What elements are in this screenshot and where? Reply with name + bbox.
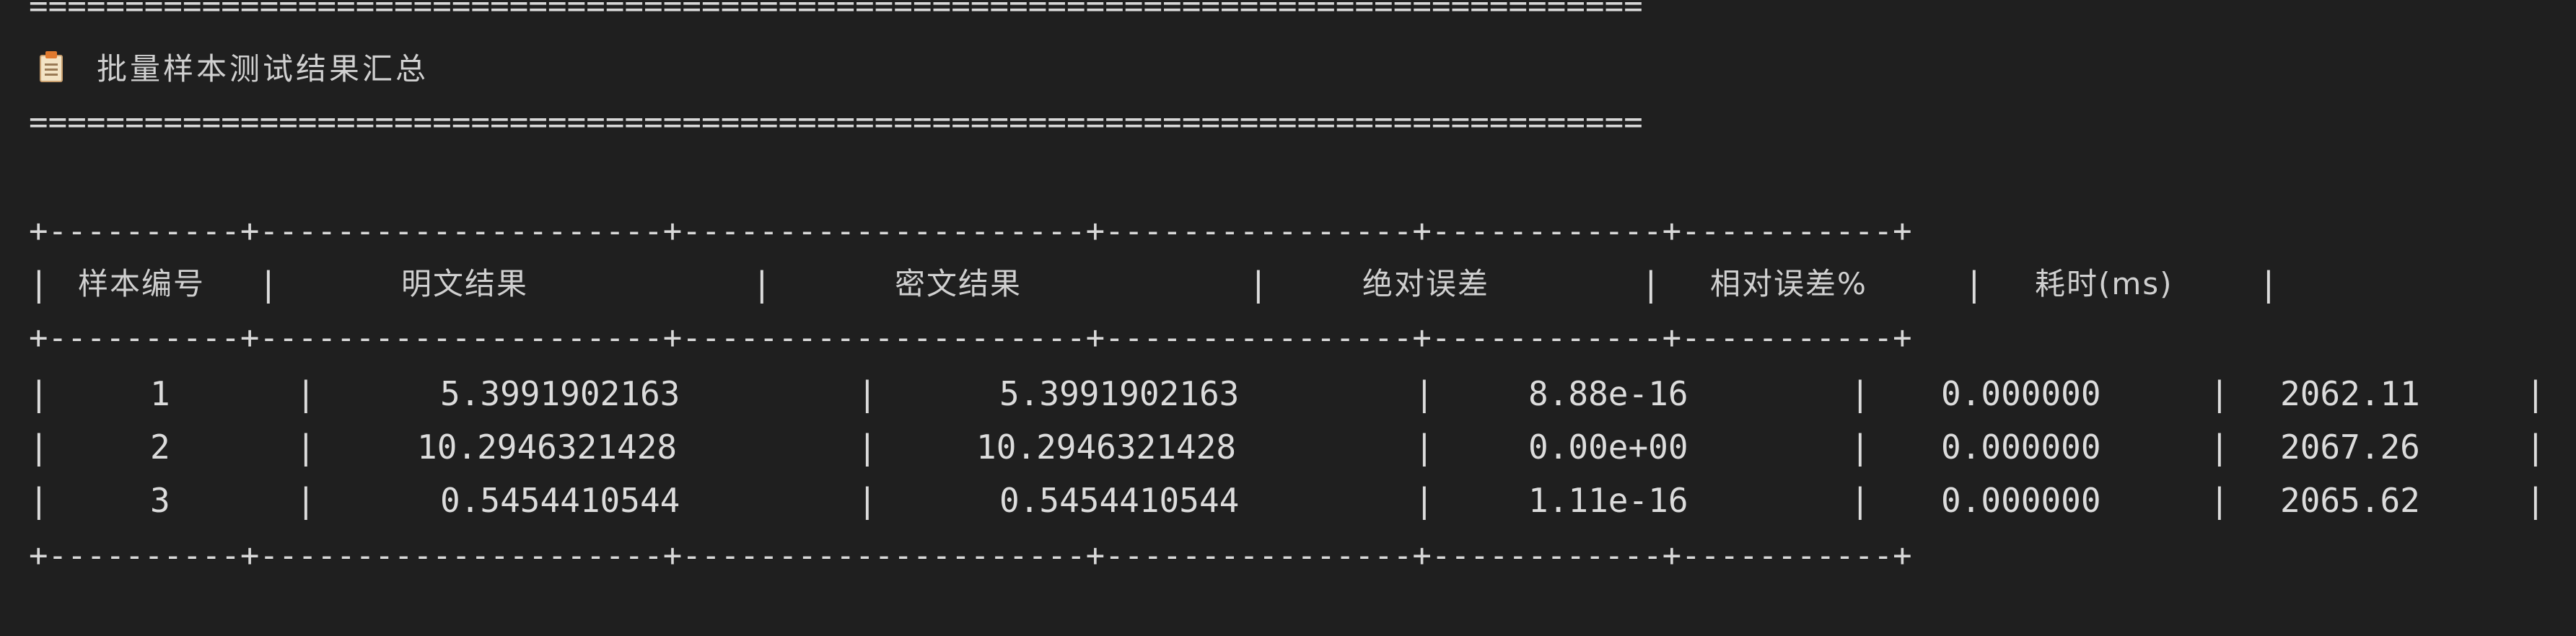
column-divider: | bbox=[1414, 374, 1434, 413]
column-divider: | bbox=[1641, 265, 1661, 304]
column-divider: | bbox=[296, 481, 316, 520]
cell-time-ms: 2062.11 bbox=[2280, 374, 2420, 413]
header-time-ms: 耗时(ms) bbox=[2035, 266, 2173, 301]
column-divider: | bbox=[296, 428, 316, 467]
cell-sample-id: 3 bbox=[150, 481, 170, 520]
column-divider: | bbox=[29, 481, 49, 520]
title-row: 批量样本测试结果汇总 bbox=[38, 45, 429, 88]
table-border-header: +----------+---------------------+------… bbox=[29, 319, 1912, 356]
cell-ciphertext-result: 0.5454410544 bbox=[999, 481, 1240, 520]
cell-time-ms: 2067.26 bbox=[2280, 428, 2420, 467]
column-divider: | bbox=[1414, 481, 1434, 520]
cell-plaintext-result: 10.2946321428 bbox=[417, 428, 678, 467]
table-border-top: +----------+---------------------+------… bbox=[29, 213, 1912, 249]
column-divider: | bbox=[258, 265, 279, 304]
header-plaintext-result: 明文结果 bbox=[401, 266, 529, 301]
header-absolute-error: 绝对误差 bbox=[1362, 266, 1490, 301]
column-divider: | bbox=[2209, 428, 2230, 467]
column-divider: | bbox=[1850, 374, 1870, 413]
cell-plaintext-result: 0.5454410544 bbox=[440, 481, 680, 520]
cell-absolute-error: 1.11e-16 bbox=[1528, 481, 1688, 520]
cell-relative-error: 0.000000 bbox=[1941, 374, 2101, 413]
table-border-bottom: +----------+---------------------+------… bbox=[29, 537, 1912, 574]
header-sample-id: 样本编号 bbox=[78, 266, 206, 301]
column-divider: | bbox=[2209, 481, 2230, 520]
cell-ciphertext-result: 5.3991902163 bbox=[999, 374, 1240, 413]
cell-absolute-error: 0.00e+00 bbox=[1528, 428, 1688, 467]
column-divider: | bbox=[2209, 374, 2230, 413]
column-divider: | bbox=[2525, 428, 2546, 467]
cell-relative-error: 0.000000 bbox=[1941, 481, 2101, 520]
separator-top: ========================================… bbox=[29, 0, 1643, 25]
cell-relative-error: 0.000000 bbox=[1941, 428, 2101, 467]
column-divider: | bbox=[2525, 481, 2546, 520]
column-divider: | bbox=[752, 265, 772, 304]
column-divider: | bbox=[857, 481, 877, 520]
cell-time-ms: 2065.62 bbox=[2280, 481, 2420, 520]
cell-plaintext-result: 5.3991902163 bbox=[440, 374, 680, 413]
cell-ciphertext-result: 10.2946321428 bbox=[976, 428, 1237, 467]
column-divider: | bbox=[2259, 265, 2279, 304]
column-divider: | bbox=[29, 428, 49, 467]
column-divider: | bbox=[1850, 428, 1870, 467]
column-divider: | bbox=[857, 374, 877, 413]
separator-bottom: ========================================… bbox=[29, 104, 1643, 141]
table-row: | 3 | 0.5454410544 | 0.5454410544 | 1.11… bbox=[29, 480, 2554, 521]
column-divider: | bbox=[2525, 374, 2546, 413]
cell-sample-id: 2 bbox=[150, 428, 170, 467]
table-row: | 1 | 5.3991902163 | 5.3991902163 | 8.88… bbox=[29, 374, 2554, 414]
column-divider: | bbox=[29, 265, 49, 304]
column-divider: | bbox=[296, 374, 316, 413]
cell-sample-id: 1 bbox=[150, 374, 170, 413]
summary-title: 批量样本测试结果汇总 bbox=[97, 50, 429, 87]
cell-absolute-error: 8.88e-16 bbox=[1528, 374, 1688, 413]
memo-icon bbox=[38, 50, 65, 82]
column-divider: | bbox=[1248, 265, 1269, 304]
column-divider: | bbox=[1964, 265, 1984, 304]
table-row: | 2 | 10.2946321428 | 10.2946321428 | 0.… bbox=[29, 427, 2554, 467]
terminal-output: ========================================… bbox=[0, 0, 2576, 636]
column-divider: | bbox=[1414, 428, 1434, 467]
header-relative-error: 相对误差% bbox=[1710, 266, 1867, 301]
column-divider: | bbox=[1850, 481, 1870, 520]
column-divider: | bbox=[29, 374, 49, 413]
table-header-row: | 样本编号 | 明文结果 | 密文结果 | 绝对误差 | 相对误差% | 耗时… bbox=[29, 264, 2554, 304]
column-divider: | bbox=[857, 428, 877, 467]
header-ciphertext-result: 密文结果 bbox=[895, 266, 1022, 301]
